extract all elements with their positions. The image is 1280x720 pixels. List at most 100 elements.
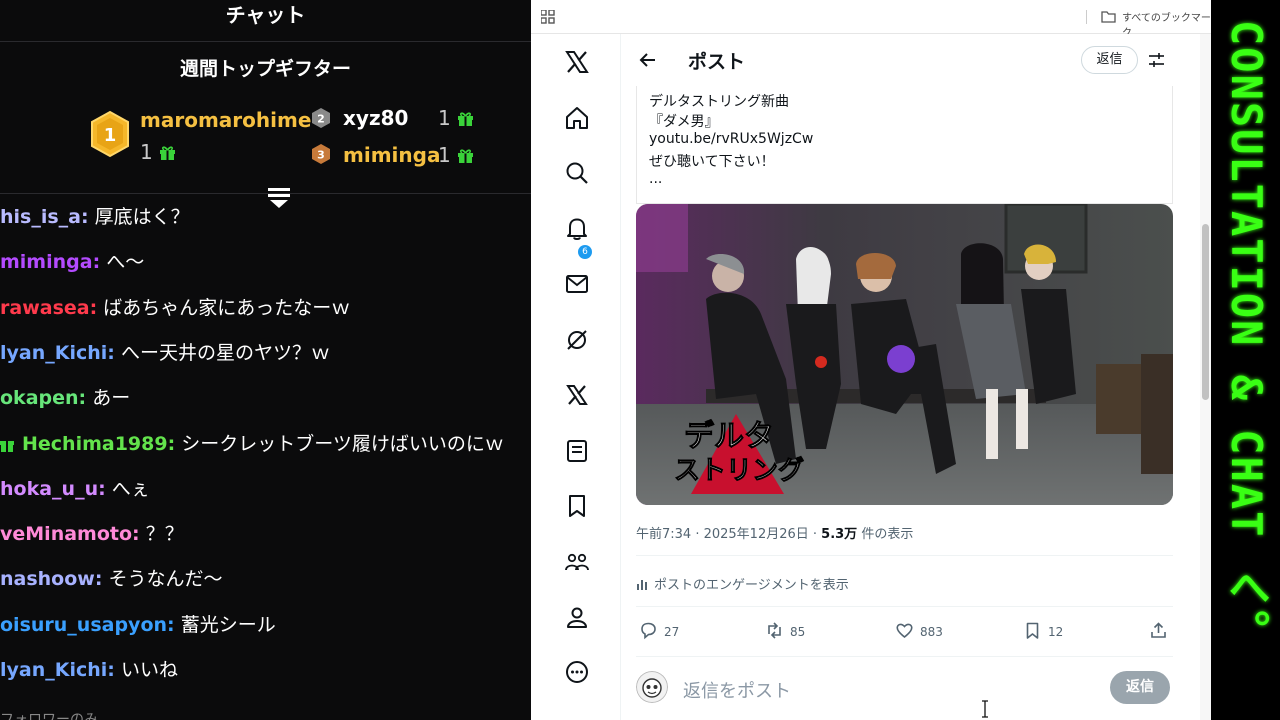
quoted-post-card[interactable]: デルタストリング新曲 『ダメ男』 youtu.be/rvRUx5WjzCw ぜひ… [636,86,1173,204]
chat-message-text: ばあちゃん家にあったなーｗ [103,296,351,319]
chat-message-text: あー [92,387,131,410]
chat-message: lyan_Kichi: いいね [0,655,178,685]
analytics-bars-icon [637,580,647,590]
search-icon[interactable] [564,160,590,186]
chat-message-text: ？？ [145,523,184,546]
x-post-column: ポスト 返信 デルタストリング新曲 『ダメ男』 youtu.be/rvRUx5W… [621,34,1197,720]
reply-bubble-icon [641,622,656,640]
gift-icon [160,146,176,160]
chat-username[interactable]: his_is_a [0,206,81,228]
chat-separator: : [81,206,89,228]
back-arrow-icon[interactable] [639,51,657,69]
reply-count: 27 [664,625,680,639]
bookmark-action[interactable]: 12 [1023,621,1063,640]
share-upload-icon [1151,622,1166,638]
browser-window: すべてのブックマーク 6 [531,0,1211,720]
gifter-1-name[interactable]: maromarohime [140,108,311,132]
heart-icon [896,623,913,639]
collapse-gifters-icon[interactable] [266,186,292,210]
x-logo-icon[interactable] [564,49,590,75]
chat-username[interactable]: lyan_Kichi [0,659,107,681]
chat-separator: : [167,613,175,636]
adjust-sliders-icon[interactable] [1148,52,1165,68]
reply-header-button[interactable]: 返信 [1081,46,1138,74]
more-options-icon[interactable] [564,659,590,685]
view-count: 5.3万 [821,527,858,542]
rank-1-number: 1 [104,125,117,146]
chat-panel: チャット 週間トップギフター 1 maromarohime 1 2 xyz80 … [0,0,531,720]
scrollbar-thumb[interactable] [1202,224,1209,400]
share-action[interactable] [1149,621,1174,640]
reply-action[interactable]: 27 [639,621,679,640]
notifications-bell-icon[interactable] [564,216,590,242]
bookmark-count: 12 [1048,625,1064,639]
chat-username[interactable]: rawasea [0,297,90,319]
chat-message-text: いいね [120,659,178,681]
gifter-2-name[interactable]: xyz80 [343,106,408,130]
band-logo-line-2: ストリング [674,456,804,486]
like-action[interactable]: 883 [895,621,943,640]
scrollbar[interactable] [1200,34,1211,720]
chat-separator: : [78,387,87,410]
chat-username[interactable]: okapen [0,387,79,409]
post-link[interactable]: youtu.be/rvRUx5WjzCw [649,131,813,147]
divider [636,606,1173,607]
screen: チャット 週間トップギフター 1 maromarohime 1 2 xyz80 … [0,0,1280,720]
lists-icon[interactable] [564,438,590,464]
messages-mail-icon[interactable] [564,271,590,297]
apps-grid-icon[interactable] [541,10,555,24]
rank-3-number: 3 [317,149,325,162]
chat-username[interactable]: Hechima1989 [22,433,168,455]
folder-icon [1101,11,1116,23]
bookmarks-icon[interactable] [564,493,590,519]
gift-icon [458,149,474,163]
gifter-3-name[interactable]: miminga [343,143,440,167]
chat-message: miminga: へ〜 [0,247,144,277]
view-engagement-link[interactable]: ポストのエンゲージメントを表示 [636,574,849,593]
banner-text: CONSULTATION & CHAT へ。 [1222,20,1271,654]
post-header: ポスト 返信 [621,34,1197,86]
chat-username[interactable]: miminga [0,251,93,273]
communities-icon[interactable] [564,549,590,575]
profile-icon[interactable] [564,604,590,630]
gifter-3-count-value: 1 [438,143,451,167]
grok-icon[interactable] [564,327,590,353]
notification-count-badge: 6 [578,245,592,259]
chat-separator: : [107,659,115,681]
x-premium-icon[interactable] [564,382,590,408]
chat-message: lyan_Kichi: へー天井の星のヤツ？ｗ [0,338,330,368]
chat-username[interactable]: nashoow [0,568,95,590]
post-text-line: デルタストリング新曲 [649,94,789,110]
reply-submit-button[interactable]: 返信 [1110,671,1170,704]
post-timestamp-views: 午前7:34 · 2025年12月26日 · 5.3万 件の表示 [636,523,913,542]
gifter-1-count: 1 [140,140,176,164]
post-text-line: 『ダメ男』 [649,114,719,130]
gifter-2-count-value: 1 [438,106,451,130]
chat-username[interactable]: veMinamoto [0,523,132,545]
chat-username[interactable]: hoka_u_u [0,478,98,500]
post-timestamp[interactable]: 午前7:34 · 2025年12月26日 · [636,527,821,542]
chat-message-text: へぇ [111,477,150,500]
reply-input[interactable]: 返信をポスト [683,677,791,703]
post-ellipsis: ... [649,171,663,187]
post-text-line: ぜひ聴いて下さい！ [649,154,775,170]
chat-message: oisuru_usapyon: 蓄光シール [0,610,276,640]
chat-message: Hechima1989: シークレットブーツ履けばいいのにｗ [0,429,504,459]
repost-action[interactable]: 85 [765,621,805,640]
band-logo-line-1: デルタ [684,419,774,454]
page-title: ポスト [688,51,746,73]
view-suffix: 件の表示 [857,527,914,542]
rank-2-badge-icon: 2 [312,108,330,128]
chat-username[interactable]: oisuru_usapyon [0,614,167,636]
user-avatar[interactable] [636,671,668,703]
home-icon[interactable] [564,105,590,131]
bookmark-icon [1026,622,1039,639]
chat-username[interactable]: lyan_Kichi [0,342,107,364]
gifter-2-count: 1 [438,106,474,130]
band-photo-image[interactable]: デルタ ストリング [636,204,1173,505]
chat-message: okapen: あー [0,383,130,413]
gifter-3-count: 1 [438,143,474,167]
chat-message-text: へー天井の星のヤツ？ｗ [120,341,330,364]
chat-message-text: 厚底はく？ [94,206,190,228]
chat-message-text: 蓄光シール [180,613,276,636]
